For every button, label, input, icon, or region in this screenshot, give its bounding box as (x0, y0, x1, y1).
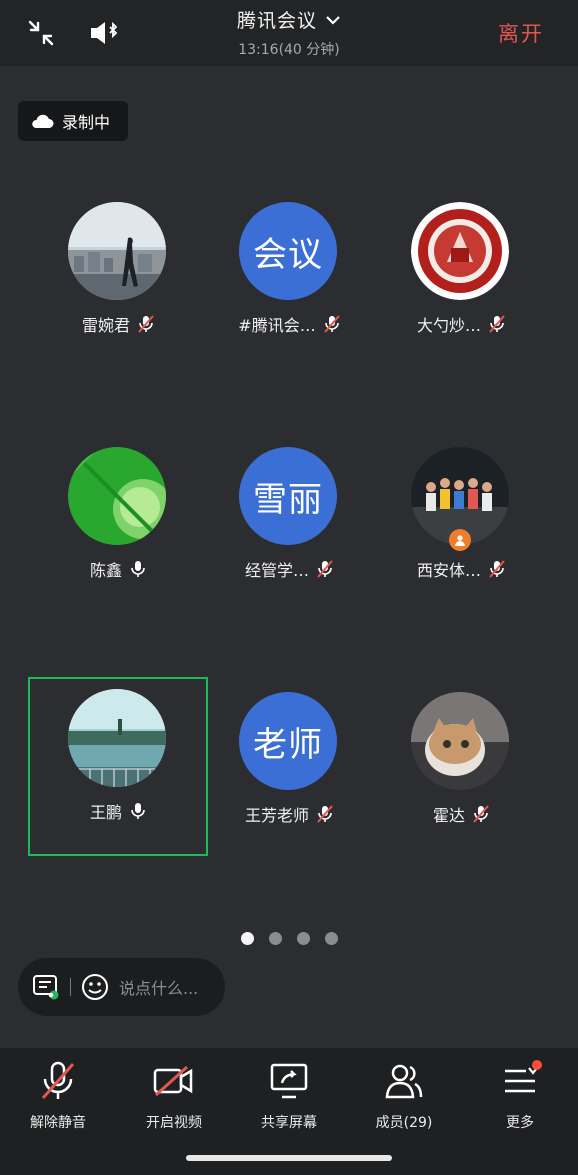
avatar: 会议 (239, 202, 337, 300)
members-icon (346, 1060, 462, 1102)
share-screen-icon (231, 1060, 347, 1102)
chevron-down-icon (326, 15, 340, 25)
host-badge-icon (449, 529, 471, 551)
page-dot[interactable] (296, 932, 310, 945)
participant-name: 大勺炒… (416, 316, 481, 335)
top-bar: 腾讯会议 13:16(40 分钟) 离开 (0, 0, 578, 66)
emoji-icon[interactable] (81, 973, 109, 1001)
share-screen-label: 共享屏幕 (261, 1115, 317, 1131)
recording-label: 录制中 (62, 113, 111, 132)
leave-button[interactable]: 离开 (498, 18, 544, 48)
participant-tile[interactable]: 会议 #腾讯会… (201, 192, 377, 368)
avatar (411, 692, 509, 790)
start-video-label: 开启视频 (146, 1115, 202, 1131)
avatar (68, 202, 166, 300)
chat-placeholder: 说点什么... (119, 979, 199, 998)
mic-muted-icon (323, 315, 340, 333)
participant-name: 王芳老师 (244, 806, 309, 825)
avatar (411, 202, 509, 300)
more-button[interactable]: 更多 (462, 1060, 578, 1132)
start-video-button[interactable]: 开启视频 (116, 1060, 232, 1132)
meeting-title-area[interactable]: 腾讯会议 13:16(40 分钟) (0, 6, 578, 59)
avatar: 老师 (239, 692, 337, 790)
participant-name: 西安体… (416, 561, 481, 580)
mic-muted-icon (473, 805, 489, 823)
chat-input[interactable]: 说点什么... (18, 958, 225, 1016)
participant-tile-active-speaker[interactable]: 王鹏 (28, 677, 208, 856)
unmute-label: 解除静音 (30, 1115, 86, 1131)
mic-muted-icon (489, 560, 505, 578)
participant-tile[interactable]: 西安体… (373, 437, 549, 613)
participant-name: 陈鑫 (89, 561, 122, 580)
page-dot[interactable] (324, 932, 338, 945)
menu-icon (462, 1060, 578, 1102)
participant-tile[interactable]: 老师 王芳老师 (201, 682, 377, 858)
avatar (68, 689, 166, 787)
avatar (68, 447, 166, 545)
meeting-time: 13:16(40 分钟) (238, 42, 340, 58)
video-off-icon (116, 1060, 232, 1102)
notification-dot (532, 1060, 542, 1070)
participant-tile[interactable]: 霍达 (373, 682, 549, 858)
more-label: 更多 (506, 1115, 534, 1131)
participant-tile[interactable]: 陈鑫 (30, 437, 206, 613)
meeting-title: 腾讯会议 (236, 10, 317, 32)
participant-tile[interactable]: 雷婉君 (30, 192, 206, 368)
mic-muted-icon (489, 315, 505, 333)
share-screen-button[interactable]: 共享屏幕 (231, 1060, 347, 1132)
home-indicator[interactable] (186, 1155, 392, 1161)
mic-muted-icon (0, 1060, 116, 1102)
participant-tile[interactable]: 大勺炒… (373, 192, 549, 368)
page-dot-active[interactable] (240, 932, 254, 945)
mic-muted-icon (317, 805, 333, 823)
participant-tile[interactable]: 雪丽 经管学… (201, 437, 377, 613)
unmute-button[interactable]: 解除静音 (0, 1060, 116, 1132)
participant-name: 经管学… (244, 561, 309, 580)
divider (70, 978, 71, 996)
cloud-icon (32, 114, 54, 128)
participant-name: 霍达 (432, 806, 465, 825)
members-button[interactable]: 成员(29) (346, 1060, 462, 1132)
mic-icon (130, 560, 146, 578)
participant-name: 雷婉君 (81, 316, 130, 335)
participant-name: #腾讯会… (238, 316, 316, 335)
mic-muted-icon (317, 560, 333, 578)
page-dot[interactable] (268, 932, 282, 945)
mic-icon (130, 802, 146, 820)
page-indicator[interactable] (0, 932, 578, 945)
members-label: 成员(29) (375, 1115, 433, 1131)
recording-badge[interactable]: 录制中 (18, 101, 128, 141)
mic-muted-icon (138, 315, 154, 333)
participant-name: 王鹏 (89, 803, 122, 822)
chat-toggle-icon[interactable] (32, 974, 60, 1000)
avatar: 雪丽 (239, 447, 337, 545)
